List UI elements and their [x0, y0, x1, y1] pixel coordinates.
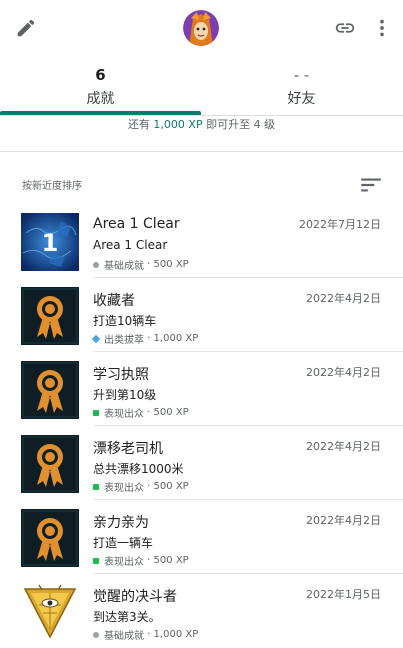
rarity-square-icon — [93, 409, 99, 416]
ribbon-medal-icon — [21, 509, 79, 567]
achievement-xp: 500 XP — [153, 555, 189, 566]
row-divider — [93, 573, 403, 574]
tab-achievements-count: 6 — [95, 66, 106, 84]
ribbon-medal-icon — [21, 361, 79, 419]
tab-bar: 6 成就 - - 好友 — [0, 60, 403, 116]
achievement-meta: 基础成就 · 500 XP — [93, 257, 189, 272]
achievement-date: 2022年7月12日 — [299, 218, 381, 231]
row-divider — [93, 425, 403, 426]
achievement-xp: 1,000 XP — [153, 333, 199, 344]
ribbon-medal-icon — [21, 287, 79, 345]
rarity-diamond-icon — [91, 334, 101, 343]
achievement-date: 2022年4月2日 — [306, 440, 381, 453]
achievement-description: 打造10辆车 — [93, 314, 157, 328]
achievement-item[interactable]: 觉醒的决斗者 到达第3关。 基础成就 · 1,000 XP 2022年1月5日 — [0, 575, 403, 648]
achievement-description: 打造一辆车 — [93, 536, 154, 550]
tab-friends-label: 好友 — [287, 91, 316, 107]
achievement-date: 2022年4月2日 — [306, 366, 381, 379]
edit-icon[interactable] — [10, 12, 42, 44]
tab-friends[interactable]: - - 好友 — [201, 60, 402, 116]
achievement-item[interactable]: 亲力亲为 打造一辆车 表现出众 · 500 XP 2022年4月2日 — [0, 501, 403, 574]
achievement-xp: 500 XP — [153, 407, 189, 418]
sort-label: 按新近度排序 — [22, 181, 82, 192]
level-progress-text: 还有 1,000 XP 即可升至 4 级 — [0, 116, 403, 134]
achievement-rarity: 基础成就 — [104, 261, 144, 272]
achievement-meta: 表现出众 · 500 XP — [93, 479, 189, 494]
tab-achievements-label: 成就 — [86, 91, 115, 107]
achievement-title: 漂移老司机 — [93, 441, 163, 457]
area-1-badge-icon: 1 — [21, 213, 79, 271]
achievement-rarity: 出类拔萃 — [104, 335, 144, 346]
achievement-item[interactable]: 漂移老司机 总共漂移1000米 表现出众 · 500 XP 2022年4月2日 — [0, 427, 403, 500]
achievement-title: 收藏者 — [93, 293, 135, 309]
achievement-item[interactable]: 1 Area 1 Clear Area 1 Clear 基础成就 · 500 X… — [0, 205, 403, 278]
ribbon-medal-icon — [21, 435, 79, 493]
achievement-title: 觉醒的决斗者 — [93, 589, 177, 605]
achievement-rarity: 表现出众 — [104, 409, 144, 420]
achievement-item[interactable]: 收藏者 打造10辆车 出类拔萃 · 1,000 XP 2022年4月2日 — [0, 279, 403, 352]
top-app-bar — [0, 0, 403, 60]
tab-friends-count: - - — [293, 66, 310, 84]
link-icon[interactable] — [329, 12, 361, 44]
tab-achievements[interactable]: 6 成就 — [0, 60, 201, 116]
svg-text:1: 1 — [42, 229, 59, 257]
achievement-date: 2022年1月5日 — [306, 588, 381, 601]
millennium-puzzle-icon — [21, 583, 79, 641]
achievement-meta: 出类拔萃 · 1,000 XP — [91, 331, 199, 346]
achievement-xp: 500 XP — [153, 481, 189, 492]
rarity-dot-icon — [93, 631, 99, 638]
progress-prefix: 还有 — [127, 118, 154, 131]
achievement-xp: 1,000 XP — [153, 629, 199, 640]
achievement-rarity: 表现出众 — [104, 557, 144, 568]
achievement-rarity: 基础成就 — [104, 631, 144, 642]
row-divider — [93, 499, 403, 500]
row-divider — [93, 277, 403, 278]
sort-row: 按新近度排序 — [0, 170, 403, 200]
achievement-meta: 表现出众 · 500 XP — [93, 405, 189, 420]
achievement-title: Area 1 Clear — [93, 216, 180, 232]
avatar[interactable] — [183, 10, 219, 46]
achievement-xp: 500 XP — [153, 259, 189, 270]
achievement-date: 2022年4月2日 — [306, 514, 381, 527]
achievement-description: 到达第3关。 — [93, 610, 161, 624]
progress-suffix: 即可升至 4 级 — [202, 118, 276, 131]
achievement-rarity: 表现出众 — [104, 483, 144, 494]
achievement-description: 总共漂移1000米 — [93, 462, 184, 476]
achievement-meta: 表现出众 · 500 XP — [93, 553, 189, 568]
achievement-title: 学习执照 — [93, 367, 149, 383]
progress-xp: 1,000 XP — [153, 118, 203, 131]
rarity-square-icon — [93, 483, 99, 490]
more-vert-icon[interactable] — [366, 12, 398, 44]
achievement-item[interactable]: 学习执照 升到第10级 表现出众 · 500 XP 2022年4月2日 — [0, 353, 403, 426]
section-divider — [0, 151, 403, 152]
achievement-date: 2022年4月2日 — [306, 292, 381, 305]
achievement-description: 升到第10级 — [93, 388, 157, 402]
achievement-title: 亲力亲为 — [93, 515, 149, 531]
row-divider — [93, 351, 403, 352]
rarity-square-icon — [93, 557, 99, 564]
rarity-dot-icon — [93, 261, 99, 268]
sort-icon[interactable] — [358, 172, 384, 198]
achievement-meta: 基础成就 · 1,000 XP — [93, 627, 198, 642]
achievement-description: Area 1 Clear — [93, 238, 168, 252]
